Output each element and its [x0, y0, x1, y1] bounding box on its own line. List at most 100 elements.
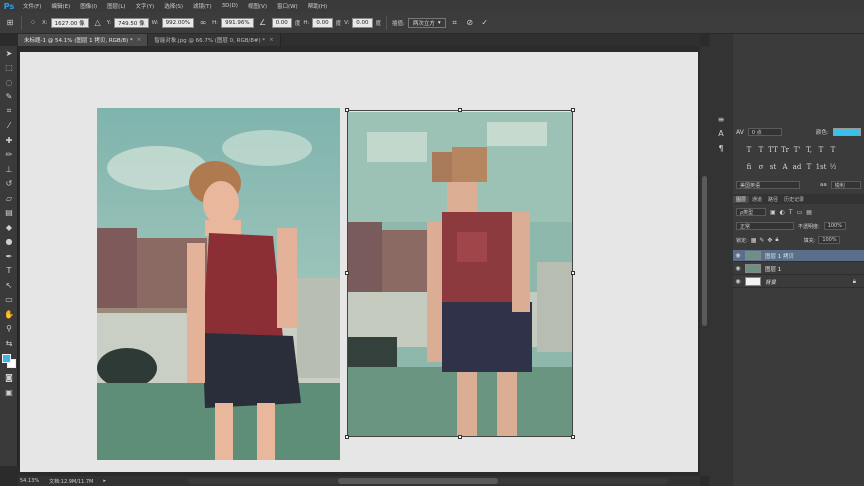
move-tool-icon[interactable]: ➤ [0, 46, 18, 61]
horizontal-scrollbar[interactable] [188, 478, 668, 484]
zoom-tool-icon[interactable]: ⚲ [0, 322, 18, 337]
ornaments-button[interactable]: T [803, 163, 815, 171]
menu-image[interactable]: 图像(I) [75, 2, 102, 10]
filter-pixel-icon[interactable]: ▣ [770, 209, 776, 216]
menu-filter[interactable]: 滤镜(T) [188, 2, 217, 10]
transform-bounding-box[interactable] [347, 110, 573, 437]
width-field[interactable]: 992.00% [161, 17, 195, 28]
layer-name[interactable]: 图层 1 [765, 265, 781, 273]
blur-tool-icon[interactable]: ◆ [0, 220, 18, 235]
tab-layers[interactable]: 图层 [733, 195, 750, 203]
transform-handle-top-right[interactable] [571, 108, 575, 112]
menu-view[interactable]: 视图(V) [243, 2, 272, 10]
document-tab[interactable]: 智能对象.jpg @ 66.7% (图层 0, RGB/8#) * × [148, 34, 281, 46]
zoom-level[interactable]: 54.13% [20, 478, 39, 484]
transform-handle-top-left[interactable] [345, 108, 349, 112]
panel-options-icon[interactable]: ≡ [709, 112, 733, 127]
vertical-scrollbar-thumb[interactable] [702, 176, 707, 326]
all-caps-button[interactable]: TT [767, 146, 779, 154]
status-menu-arrow-icon[interactable]: ▸ [103, 478, 106, 484]
vertical-scrollbar[interactable] [700, 46, 709, 476]
vskew-field[interactable]: 0.00 [352, 17, 373, 28]
lock-pixels-icon[interactable]: ✎ [759, 237, 764, 244]
language-dropdown[interactable]: 美国英语 [736, 181, 800, 189]
opacity-field[interactable]: 100% [823, 222, 846, 230]
paragraph-panel-icon[interactable]: ¶ [709, 141, 733, 156]
commit-transform-icon[interactable]: ✓ [479, 17, 491, 29]
ordinals-button[interactable]: 1st [815, 163, 827, 171]
screen-mode-icon[interactable]: ▣ [0, 385, 18, 400]
transform-handle-right[interactable] [571, 271, 575, 275]
eraser-tool-icon[interactable]: ▱ [0, 191, 18, 206]
layer-row[interactable]: ◉ 图层 1 [733, 263, 864, 275]
transform-handle-bottom-right[interactable] [571, 435, 575, 439]
height-field[interactable]: 991.96% [221, 17, 254, 28]
cancel-transform-icon[interactable]: ⊘ [464, 17, 476, 29]
transform-handle-left[interactable] [345, 271, 349, 275]
document-tab-active[interactable]: 未标题-1 @ 54.1% (图层 1 拷贝, RGB/8) * × [18, 34, 149, 46]
transform-handle-bottom-left[interactable] [345, 435, 349, 439]
fill-field[interactable]: 100% [818, 236, 841, 244]
crop-tool-icon[interactable]: ⌗ [0, 104, 18, 119]
eye-icon[interactable]: ◉ [733, 252, 743, 259]
quick-mask-icon[interactable]: ◙ [0, 371, 18, 386]
marquee-tool-icon[interactable]: ⬚ [0, 61, 18, 76]
transform-tool-icon[interactable]: ⊞ [4, 17, 16, 29]
tab-history[interactable]: 历史记录 [781, 196, 807, 203]
filter-adjust-icon[interactable]: ◐ [780, 209, 785, 216]
eyedropper-tool-icon[interactable]: ⁄ [0, 119, 18, 134]
eye-icon[interactable]: ◉ [733, 278, 743, 285]
close-icon[interactable]: × [269, 37, 274, 43]
type-tool-icon[interactable]: T [0, 264, 18, 279]
layer-name[interactable]: 图层 1 拷贝 [765, 252, 794, 260]
angle-field[interactable]: 0.00 [271, 17, 292, 28]
ligature-button[interactable]: fi [743, 163, 755, 171]
small-caps-button[interactable]: Tr [779, 146, 791, 154]
tab-channels[interactable]: 通道 [749, 196, 765, 203]
faux-bold-button[interactable]: T [743, 146, 755, 154]
canvas[interactable] [20, 52, 698, 472]
antialias-dropdown[interactable]: 锐利 [830, 181, 861, 189]
warp-icon[interactable]: ⌗ [449, 17, 461, 29]
blend-mode-dropdown[interactable]: 正常 [736, 222, 794, 230]
stylistic-alternates-button[interactable]: A [779, 163, 791, 171]
lock-transparency-icon[interactable]: ▦ [751, 237, 757, 244]
swash-button[interactable]: st [767, 163, 779, 171]
swap-colors-icon[interactable]: ⇆ [0, 336, 18, 351]
link-icon[interactable]: ∞ [197, 17, 209, 29]
brush-tool-icon[interactable]: ✏ [0, 148, 18, 163]
horizontal-scrollbar-thumb[interactable] [338, 478, 498, 484]
lock-position-icon[interactable]: ✥ [767, 237, 772, 244]
x-position-field[interactable]: 1627.00 像 [50, 17, 89, 28]
shape-tool-icon[interactable]: ▭ [0, 293, 18, 308]
foreground-color-swatch[interactable] [2, 353, 11, 363]
hskew-field[interactable]: 0.00 [312, 17, 333, 28]
menu-edit[interactable]: 编辑(E) [46, 2, 75, 10]
clone-stamp-tool-icon[interactable]: ⊥ [0, 162, 18, 177]
quick-select-tool-icon[interactable]: ✎ [0, 90, 18, 105]
character-panel-icon[interactable]: A [709, 127, 733, 142]
eye-icon[interactable]: ◉ [733, 265, 743, 272]
underline-button[interactable]: T [815, 146, 827, 154]
fractions-button[interactable]: ½ [827, 163, 839, 171]
titling-alternates-button[interactable]: ad [791, 163, 803, 171]
gradient-tool-icon[interactable]: ▤ [0, 206, 18, 221]
delta-icon[interactable]: △ [92, 17, 104, 29]
tracking-field[interactable]: 0 点 [747, 128, 782, 136]
menu-select[interactable]: 选择(S) [159, 2, 188, 10]
pen-tool-icon[interactable]: ✒ [0, 249, 18, 264]
transform-handle-top[interactable] [458, 108, 462, 112]
path-selection-tool-icon[interactable]: ↖ [0, 278, 18, 293]
filter-shape-icon[interactable]: ▭ [797, 209, 803, 216]
reference-point-icon[interactable]: ⁘ [27, 17, 39, 29]
tab-paths[interactable]: 路径 [765, 196, 781, 203]
superscript-button[interactable]: T' [791, 146, 803, 154]
old-style-button[interactable]: σ [755, 163, 767, 171]
hand-tool-icon[interactable]: ✋ [0, 307, 18, 322]
menu-file[interactable]: 文件(F) [18, 2, 46, 10]
lasso-tool-icon[interactable]: ◌ [0, 75, 18, 90]
menu-type[interactable]: 文字(Y) [131, 2, 160, 10]
subscript-button[interactable]: T, [803, 146, 815, 154]
close-icon[interactable]: × [137, 37, 142, 43]
layer-row[interactable]: ◉ 图层 1 拷贝 [733, 250, 864, 262]
